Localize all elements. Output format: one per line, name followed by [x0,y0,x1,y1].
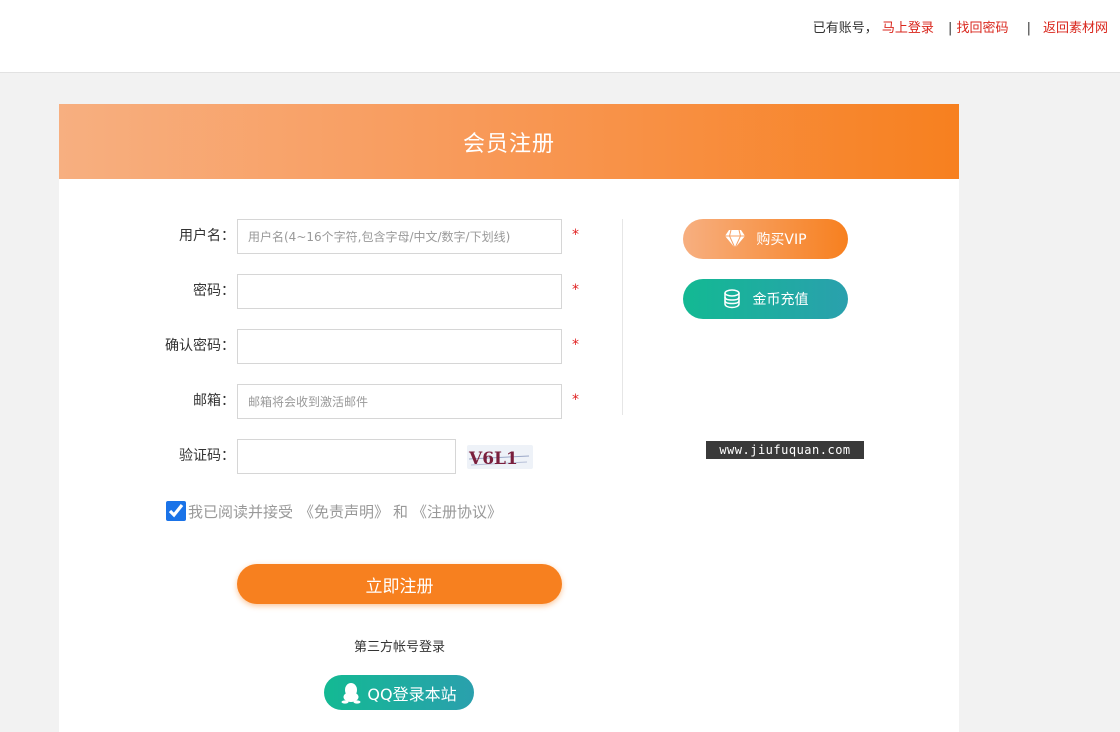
password-label: 密码： [193,283,235,299]
password-input[interactable] [237,274,562,309]
confirm-password-input[interactable] [237,329,562,364]
coins-icon [723,289,740,309]
diamond-icon [725,229,746,249]
qq-login-button[interactable]: QQ登录本站 [324,675,474,710]
panel-header: 会员注册 [59,104,959,179]
have-account-text: 已有账号， [812,21,878,36]
separator: | [1026,21,1031,36]
buy-vip-label: 购买VIP [756,232,807,248]
qq-icon [341,682,361,704]
captcha-text: V6L1 [468,449,518,469]
captcha-image[interactable]: V6L1 [467,445,533,469]
recharge-coins-label: 金币充值 [752,292,809,308]
username-input[interactable] [237,219,562,254]
top-bar: 已有账号， 马上登录 | 找回密码 | 返回素材网 [0,0,1120,73]
agreement-link[interactable]: 《注册协议》 [412,501,502,522]
separator: | [948,21,953,36]
and-text: 和 [393,502,409,521]
email-label: 邮箱： [193,393,235,409]
captcha-label: 验证码： [179,448,235,464]
username-label: 用户名： [179,228,235,244]
top-links: 已有账号， 马上登录 | 找回密码 | 返回素材网 [813,17,1108,36]
agree-text: 我已阅读并接受 [188,502,294,521]
recharge-coins-button[interactable]: 金币充值 [683,279,848,319]
login-now-link[interactable]: 马上登录 [882,21,934,36]
qq-login-label: QQ登录本站 [367,684,457,704]
register-button[interactable]: 立即注册 [237,564,562,604]
required-mark: * [572,392,579,408]
page-title: 会员注册 [462,131,555,157]
third-party-login-label: 第三方帐号登录 [353,640,445,655]
confirm-password-label: 确认密码： [165,338,235,354]
agreement-row: 我已阅读并接受 《免责声明》 和 《注册协议》 [166,499,506,523]
captcha-input[interactable] [237,439,456,474]
vertical-divider [622,219,623,415]
required-mark: * [572,227,579,243]
email-input[interactable] [237,384,562,419]
buy-vip-button[interactable]: 购买VIP [683,219,848,259]
agree-checkbox[interactable] [166,501,186,521]
disclaimer-link[interactable]: 《免责声明》 [299,501,389,522]
required-mark: * [572,337,579,353]
back-to-site-link[interactable]: 返回素材网 [1043,21,1108,36]
captcha-row: 验证码： V6L1 [59,439,579,474]
register-panel: 会员注册 用户名： * 密码： * 确认密码： * 邮箱： * 验证码： V6L… [59,104,959,732]
retrieve-password-link[interactable]: 找回密码 [956,21,1008,36]
watermark: www.jiufuquan.com [706,441,864,459]
required-mark: * [572,282,579,298]
